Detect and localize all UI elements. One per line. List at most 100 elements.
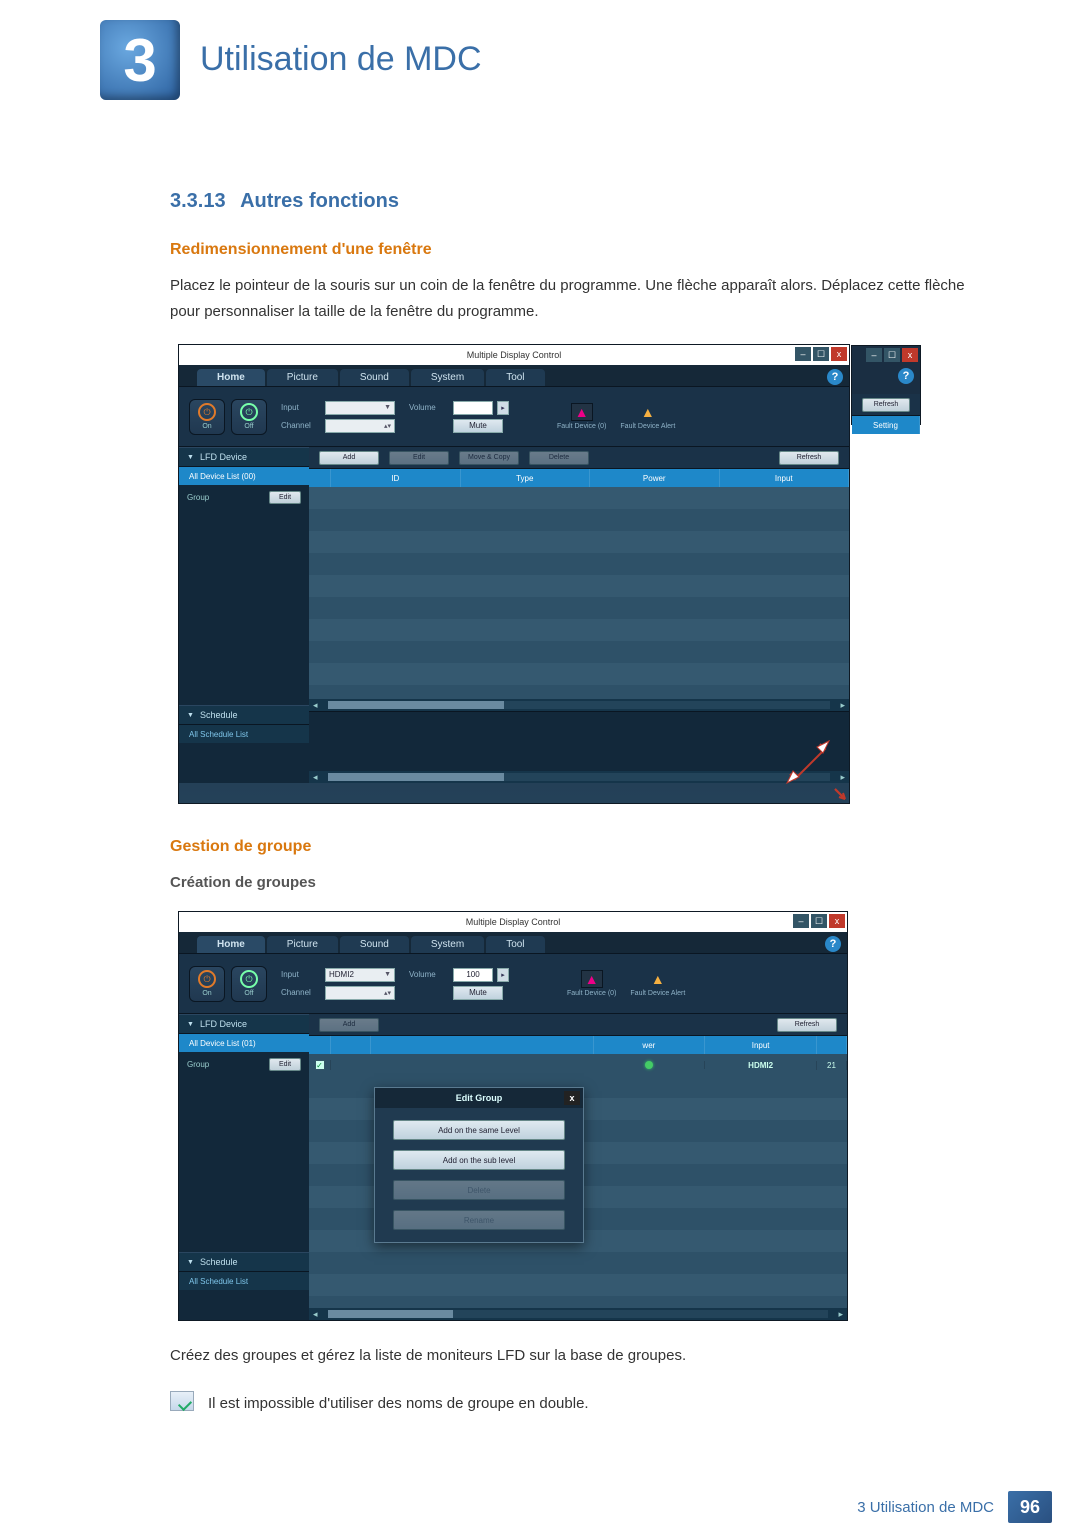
- tab-system[interactable]: System: [411, 936, 484, 953]
- tab-home[interactable]: Home: [197, 369, 265, 386]
- horizontal-scrollbar[interactable]: ◂▸: [309, 1308, 847, 1320]
- edit-group-dialog: Edit Group x Add on the same Level Add o…: [374, 1087, 584, 1243]
- delete-button[interactable]: Delete: [529, 451, 589, 465]
- close-button[interactable]: x: [902, 348, 918, 362]
- chevron-down-icon: ▼: [384, 971, 391, 978]
- menu-tabs: Home Picture Sound System Tool: [179, 365, 849, 387]
- channel-dropdown[interactable]: ▴▾: [325, 419, 395, 433]
- maximize-button[interactable]: ☐: [884, 348, 900, 362]
- mute-button[interactable]: Mute: [453, 986, 503, 1000]
- window-titlebar: Multiple Display Control – ☐ x: [179, 912, 847, 932]
- secondary-window-fragment: – ☐ x ? Refresh Setting: [851, 345, 921, 425]
- refresh-button[interactable]: Refresh: [779, 451, 839, 465]
- fault-monitor-icon: ▲: [571, 403, 593, 421]
- close-button[interactable]: x: [831, 347, 847, 361]
- tab-sound[interactable]: Sound: [340, 369, 409, 386]
- chevron-down-icon: ▼: [187, 1021, 194, 1028]
- maximize-button[interactable]: ☐: [811, 914, 827, 928]
- power-off-button[interactable]: ⏻Off: [231, 966, 267, 1002]
- sidebar-all-device-list[interactable]: All Device List (01): [179, 1034, 309, 1052]
- col-id[interactable]: ID: [331, 469, 461, 487]
- power-on-label: On: [202, 423, 211, 430]
- window-title: Multiple Display Control: [467, 350, 562, 360]
- close-button[interactable]: x: [829, 914, 845, 928]
- group-heading: Gestion de groupe: [170, 838, 980, 856]
- minimize-button[interactable]: –: [795, 347, 811, 361]
- tab-sound[interactable]: Sound: [340, 936, 409, 953]
- channel-dropdown[interactable]: ▴▾: [325, 986, 395, 1000]
- fault-alert[interactable]: ▲Fault Device Alert: [620, 403, 675, 430]
- help-icon[interactable]: ?: [827, 369, 843, 385]
- dialog-close-button[interactable]: x: [564, 1091, 580, 1105]
- tab-picture[interactable]: Picture: [267, 936, 338, 953]
- volume-value[interactable]: [453, 401, 493, 415]
- mute-button[interactable]: Mute: [453, 419, 503, 433]
- horizontal-scrollbar[interactable]: ◂▸: [309, 699, 849, 711]
- add-button[interactable]: Add: [319, 451, 379, 465]
- group-edit-button[interactable]: Edit: [269, 1058, 301, 1071]
- minimize-button[interactable]: –: [866, 348, 882, 362]
- resize-heading: Redimensionnement d'une fenêtre: [170, 241, 980, 259]
- sidebar-schedule[interactable]: ▼Schedule: [179, 705, 309, 725]
- group-subheading: Création de groupes: [170, 874, 980, 891]
- tab-picture[interactable]: Picture: [267, 369, 338, 386]
- refresh-button[interactable]: Refresh: [777, 1018, 837, 1032]
- horizontal-scrollbar[interactable]: ◂▸: [309, 771, 849, 783]
- fault-alert[interactable]: ▲Fault Device Alert: [630, 970, 685, 997]
- sidebar-lfd-device[interactable]: ▼LFD Device: [179, 1014, 309, 1034]
- fault-device-label: Fault Device (0): [567, 990, 616, 997]
- window-title: Multiple Display Control: [466, 917, 561, 927]
- volume-stepper[interactable]: ▸: [497, 968, 509, 982]
- page-content: 3.3.13 Autres fonctions Redimensionnemen…: [170, 190, 980, 1416]
- power-on-icon: ⏻: [198, 403, 216, 421]
- col-type[interactable]: Type: [461, 469, 591, 487]
- ribbon: ⏻On ⏻Off Input▼ Channel▴▾ Volume▸ Mute ▲…: [179, 387, 849, 447]
- refresh-button[interactable]: Refresh: [862, 398, 910, 412]
- col-input[interactable]: Input: [720, 469, 850, 487]
- sidebar-all-device-list[interactable]: All Device List (00): [179, 467, 309, 485]
- sidebar-all-schedule-list[interactable]: All Schedule List: [179, 725, 309, 743]
- table-row[interactable]: ✓ HDMI2 21: [309, 1054, 847, 1076]
- col-input[interactable]: Input: [705, 1036, 817, 1054]
- row-checkbox[interactable]: ✓: [315, 1060, 325, 1070]
- note-icon: [170, 1391, 194, 1411]
- popup-rename-button[interactable]: Rename: [393, 1210, 565, 1230]
- add-sub-level-button[interactable]: Add on the sub level: [393, 1150, 565, 1170]
- input-dropdown[interactable]: HDMI2▼: [325, 968, 395, 982]
- chevron-down-icon: ▼: [187, 712, 194, 719]
- note: Il est impossible d'utiliser des noms de…: [170, 1391, 980, 1417]
- help-icon[interactable]: ?: [825, 936, 841, 952]
- tab-system[interactable]: System: [411, 369, 484, 386]
- power-on-button[interactable]: ⏻ On: [189, 399, 225, 435]
- minimize-button[interactable]: –: [793, 914, 809, 928]
- maximize-button[interactable]: ☐: [813, 347, 829, 361]
- chevron-down-icon: ▼: [187, 454, 194, 461]
- input-dropdown[interactable]: ▼: [325, 401, 395, 415]
- tab-tool[interactable]: Tool: [486, 369, 544, 386]
- sidebar: ▼LFD Device All Device List (00) GroupEd…: [179, 447, 309, 783]
- volume-value[interactable]: 100: [453, 968, 493, 982]
- tab-home[interactable]: Home: [197, 936, 265, 953]
- page-number: 96: [1008, 1491, 1052, 1523]
- add-button[interactable]: Add: [319, 1018, 379, 1032]
- col-power[interactable]: Power: [590, 469, 720, 487]
- sidebar-lfd-device[interactable]: ▼LFD Device: [179, 447, 309, 467]
- add-same-level-button[interactable]: Add on the same Level: [393, 1120, 565, 1140]
- power-off-button[interactable]: ⏻Off: [231, 399, 267, 435]
- group-edit-button[interactable]: Edit: [269, 491, 301, 504]
- help-icon[interactable]: ?: [898, 368, 914, 384]
- move-copy-button[interactable]: Move & Copy: [459, 451, 519, 465]
- table-header: ID Type Power Input: [309, 469, 849, 487]
- section-number: 3.3.13: [170, 190, 226, 212]
- fault-device[interactable]: ▲Fault Device (0): [557, 403, 606, 430]
- power-on-button[interactable]: ⏻On: [189, 966, 225, 1002]
- sidebar-schedule[interactable]: ▼Schedule: [179, 1252, 309, 1272]
- popup-delete-button[interactable]: Delete: [393, 1180, 565, 1200]
- edit-button[interactable]: Edit: [389, 451, 449, 465]
- volume-stepper[interactable]: ▸: [497, 401, 509, 415]
- tab-tool[interactable]: Tool: [486, 936, 544, 953]
- fault-alert-icon: ▲: [647, 970, 669, 988]
- col-power[interactable]: wer: [594, 1036, 706, 1054]
- fault-device[interactable]: ▲Fault Device (0): [567, 970, 616, 997]
- sidebar-all-schedule-list[interactable]: All Schedule List: [179, 1272, 309, 1290]
